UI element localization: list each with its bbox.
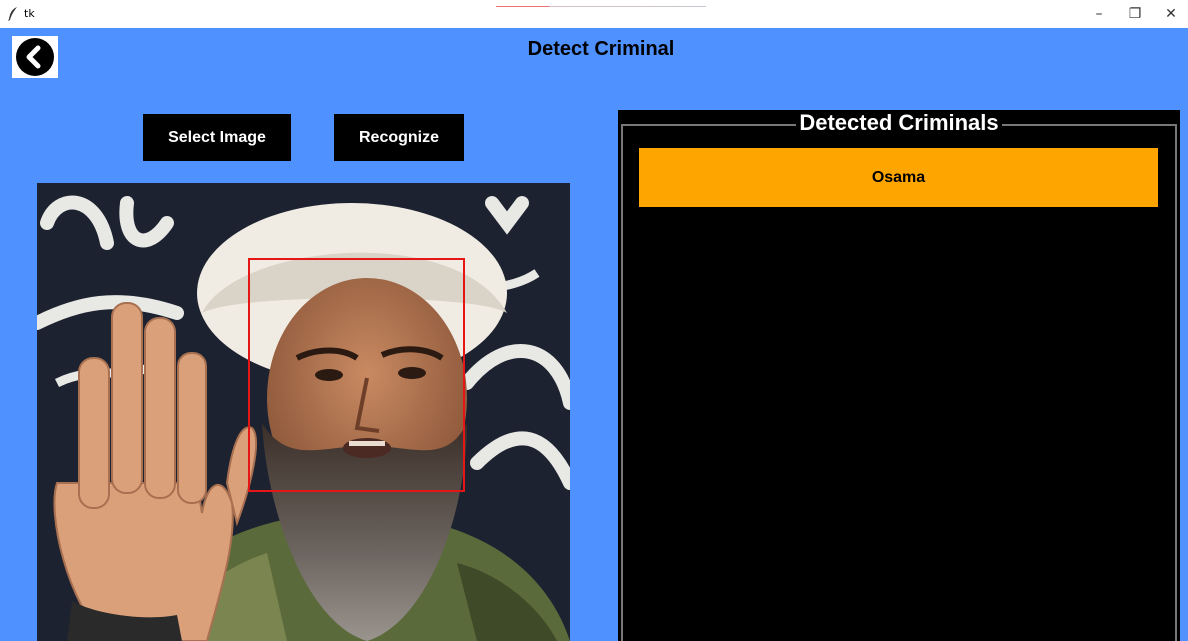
title-bar: tk – ❐ ✕ [0,0,1188,28]
recognize-button[interactable]: Recognize [334,114,464,161]
minimize-button[interactable]: – [1081,0,1117,28]
app-body: Detect Criminal Select Image Recognize D… [0,28,1188,641]
maximize-button[interactable]: ❐ [1117,0,1153,28]
face-detection-box [248,258,465,492]
page-title: Detect Criminal [527,38,675,60]
result-item[interactable]: Osama [639,148,1158,207]
detected-criminals-panel: Detected Criminals Osama [618,110,1180,641]
title-accent [496,6,706,7]
feather-icon [8,7,17,21]
app-window: tk – ❐ ✕ Detect Criminal Select Image Re… [0,0,1188,641]
panel-title: Detected Criminals [618,110,1180,136]
window-title: tk [24,7,35,20]
close-button[interactable]: ✕ [1153,0,1188,28]
select-image-button[interactable]: Select Image [143,114,291,161]
panel-title-text: Detected Criminals [796,110,1002,135]
input-photo [37,183,570,641]
